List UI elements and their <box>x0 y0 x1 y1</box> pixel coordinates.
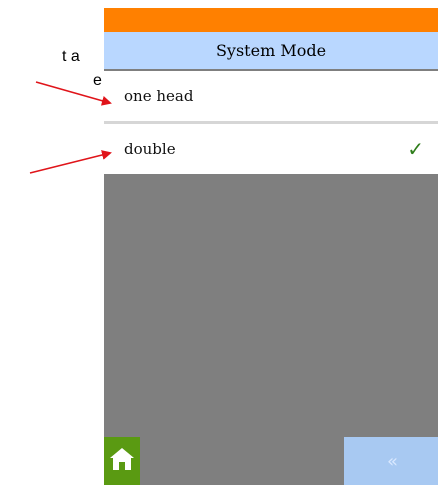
checkmark-icon: ✓ <box>407 137 424 161</box>
option-one-head[interactable]: one head <box>104 71 438 121</box>
annotation-text-line-1: t a <box>62 48 80 65</box>
back-button[interactable]: « <box>344 437 438 485</box>
home-button[interactable] <box>104 437 140 485</box>
status-bar <box>104 8 438 32</box>
page-title: System Mode <box>104 32 438 69</box>
option-label: one head <box>124 87 194 105</box>
option-double[interactable]: double ✓ <box>104 124 438 174</box>
annotation-text-line-2: e <box>93 72 102 89</box>
annotation-arrow-2 <box>29 150 112 174</box>
option-label: double <box>124 140 176 158</box>
double-chevron-left-icon: « <box>386 450 398 472</box>
home-icon <box>109 446 135 476</box>
device-screen: System Mode one head double ✓ « <box>104 8 438 485</box>
screenshot-root: t a e System Mode one head double ✓ « <box>0 0 438 485</box>
